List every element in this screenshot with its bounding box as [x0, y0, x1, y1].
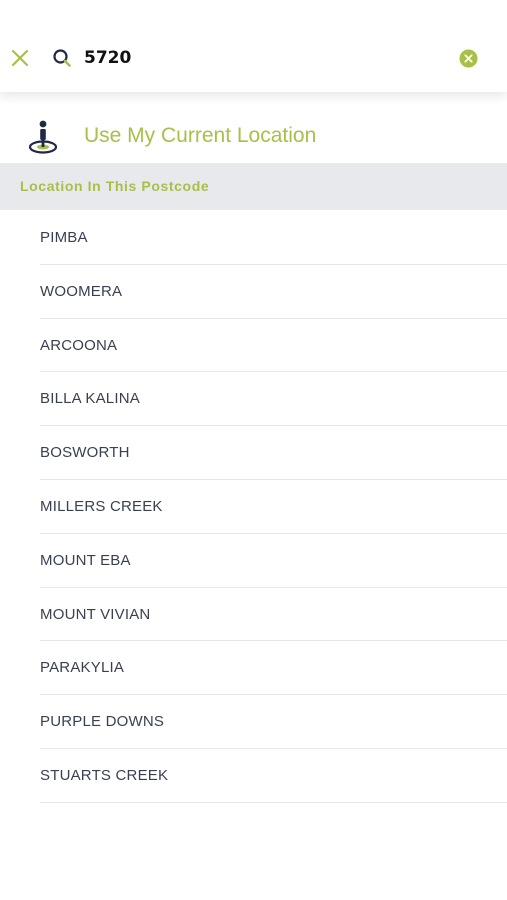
location-name: MOUNT EBA: [40, 551, 131, 569]
location-name: MILLERS CREEK: [40, 497, 163, 515]
location-name: MOUNT VIVIAN: [40, 605, 151, 623]
location-name: BILLA KALINA: [40, 390, 140, 408]
location-name: PIMBA: [40, 229, 88, 246]
list-item[interactable]: STUARTS CREEK: [40, 749, 507, 803]
search-bar: [0, 0, 507, 92]
search-input[interactable]: [84, 44, 424, 72]
location-name: PURPLE DOWNS: [40, 713, 165, 731]
list-item[interactable]: ARCOONA: [40, 319, 507, 373]
clear-icon[interactable]: [459, 49, 478, 68]
location-name: ARCOONA: [40, 336, 118, 354]
current-location-label: Use My Current Location: [84, 124, 317, 147]
section-header: Location In This Postcode: [0, 163, 507, 210]
location-name: BOSWORTH: [40, 444, 130, 462]
list-item[interactable]: MOUNT EBA: [40, 534, 507, 588]
location-name: STUARTS CREEK: [40, 766, 169, 784]
list-item[interactable]: PIMBA: [40, 211, 507, 265]
search-icon: [52, 48, 72, 68]
location-name: PARAKYLIA: [40, 659, 125, 677]
list-item[interactable]: MILLERS CREEK: [40, 480, 507, 534]
list-item[interactable]: BOSWORTH: [40, 426, 507, 480]
list-item[interactable]: PURPLE DOWNS: [40, 695, 507, 749]
close-icon[interactable]: [9, 47, 31, 69]
list-item[interactable]: BILLA KALINA: [40, 372, 507, 427]
section-header-label: Location In This Postcode: [20, 178, 210, 194]
location-name: WOOMERA: [40, 282, 123, 300]
use-current-location-button[interactable]: Use My Current Location: [0, 108, 507, 162]
list-item[interactable]: MOUNT VIVIAN: [40, 588, 507, 642]
location-list: PIMBA WOOMERA ARCOONA BILLA KALINA BOSWO…: [0, 211, 507, 803]
location-pin-icon: [28, 120, 58, 154]
list-item[interactable]: PARAKYLIA: [40, 641, 507, 696]
list-item[interactable]: WOOMERA: [40, 265, 507, 319]
